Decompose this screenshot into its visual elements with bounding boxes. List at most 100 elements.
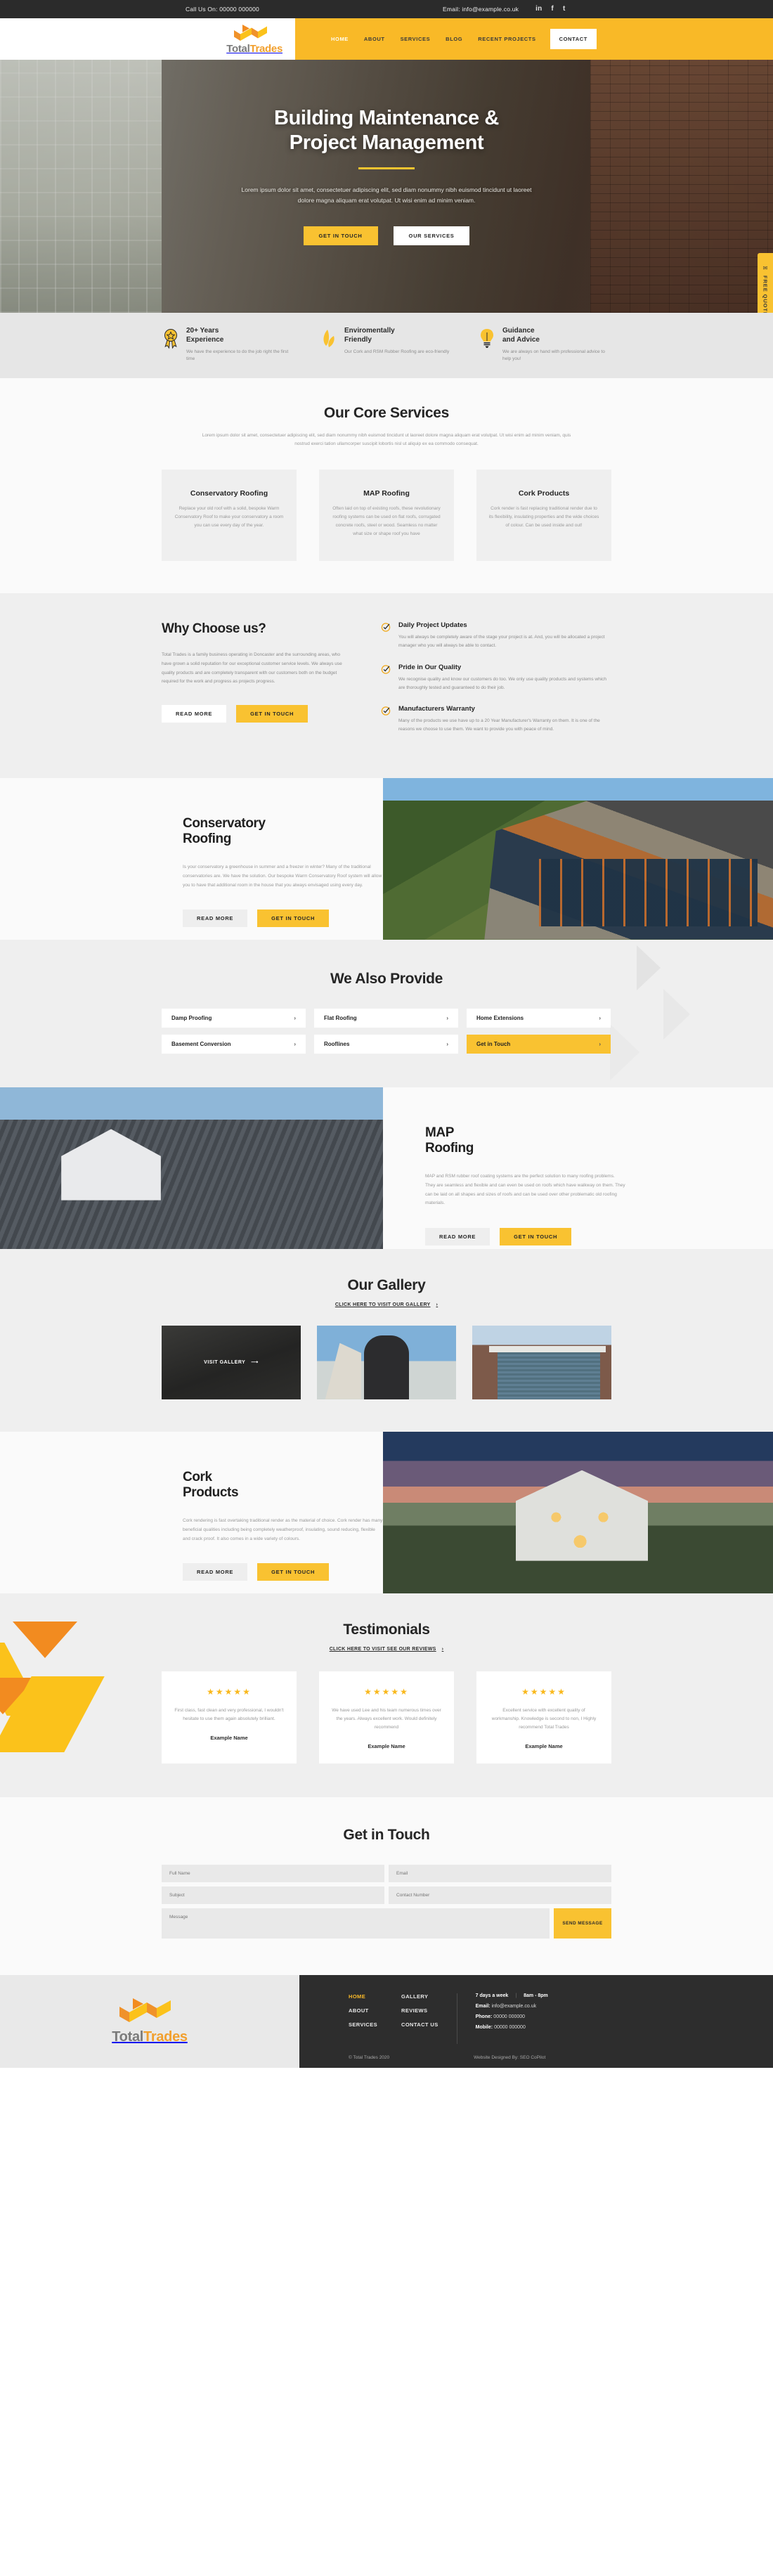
testimonial-text: We have used Lee and his team numerous t… (332, 1707, 441, 1730)
gallery-section: Our Gallery CLICK HERE TO VISIT OUR GALL… (0, 1248, 773, 1432)
hero-our-services-button[interactable]: OUR SERVICES (393, 226, 470, 246)
cork-title-line2: Products (183, 1485, 239, 1501)
testimonial-card: ★★★★★ We have used Lee and his team nume… (319, 1671, 454, 1763)
nav-item-recent-projects[interactable]: RECENT PROJECTS (470, 36, 543, 42)
star-rating-icon: ★★★★★ (521, 1686, 566, 1697)
arrow-decoration-icon (0, 1621, 132, 1783)
free-quote-tab[interactable]: ✉ FREE QUOTE (758, 253, 773, 313)
footer-nav-reviews[interactable]: REVIEWS (401, 2007, 439, 2014)
conservatory-photo (383, 777, 773, 940)
contact-title: Get in Touch (343, 1826, 430, 1843)
cork-get-in-touch-button[interactable]: GET IN TOUCH (257, 1563, 330, 1581)
map-roofing-title: MAP Roofing (425, 1125, 731, 1158)
testimonial-author: Example Name (368, 1742, 405, 1749)
logo-link[interactable]: TotalTrades (226, 24, 282, 55)
feature-title: Enviromentally Friendly (344, 327, 395, 344)
cork-photo (383, 1431, 773, 1593)
nav-item-about[interactable]: ABOUT (356, 36, 393, 42)
core-service-card[interactable]: Conservatory Roofing Replace your old ro… (162, 470, 297, 562)
also-item-rooflines[interactable]: Rooflines › (314, 1034, 458, 1054)
full-name-input[interactable] (162, 1864, 384, 1882)
nav-item-contact[interactable]: CONTACT (550, 29, 597, 49)
footer-email-row[interactable]: Email: info@example.co.uk (476, 2004, 548, 2009)
map-get-in-touch-button[interactable]: GET IN TOUCH (500, 1227, 572, 1245)
also-item-label: Get in Touch (476, 1040, 511, 1047)
core-service-card[interactable]: MAP Roofing Often laid on top of existin… (319, 470, 454, 562)
lightbulb-icon (478, 327, 496, 363)
footer-logo-link[interactable]: TotalTrades (112, 1997, 188, 2045)
we-also-provide-list: Damp Proofing › Flat Roofing › Home Exte… (162, 1008, 611, 1054)
conservatory-get-in-touch-button[interactable]: GET IN TOUCH (257, 910, 330, 928)
conservatory-text-block: Conservatory Roofing Is your conservator… (0, 778, 383, 940)
nav-item-services[interactable]: SERVICES (393, 36, 439, 42)
chevron-decoration-icon (663, 988, 690, 1040)
hero-body: Lorem ipsum dolor sit amet, consectetuer… (241, 186, 532, 205)
hero-content: Building Maintenance & Project Managemen… (0, 60, 773, 246)
also-item-basement-conversion[interactable]: Basement Conversion › (162, 1034, 306, 1054)
footer-designer-credit[interactable]: Website Designed By: SEO CoPilot (474, 2055, 545, 2060)
gallery-tile-photo[interactable] (317, 1325, 456, 1399)
facebook-icon[interactable]: f (551, 6, 554, 13)
footer-mobile-row[interactable]: Mobile: 00000 000000 (476, 2025, 548, 2030)
core-services-title: Our Core Services (323, 405, 450, 422)
send-message-button[interactable]: SEND MESSAGE (554, 1908, 611, 1939)
why-get-in-touch-button[interactable]: GET IN TOUCH (236, 705, 308, 723)
also-item-damp-proofing[interactable]: Damp Proofing › (162, 1008, 306, 1028)
email-input[interactable] (389, 1864, 611, 1882)
hero-buttons: GET IN TOUCH OUR SERVICES (0, 226, 773, 246)
hero-title: Building Maintenance & Project Managemen… (0, 106, 773, 156)
gallery-grid: VISIT GALLERY ⟶ (162, 1325, 611, 1399)
footer-nav-about[interactable]: ABOUT (349, 2007, 377, 2014)
logo-word-trades: Trades (249, 42, 282, 55)
footer-logo-area: TotalTrades (0, 1974, 299, 2068)
footer-nav-column-2: GALLERY REVIEWS CONTACT US (401, 1993, 439, 2035)
conservatory-read-more-button[interactable]: READ MORE (183, 910, 248, 928)
footer-nav-home[interactable]: HOME (349, 1993, 377, 2000)
footer-phone-row[interactable]: Phone: 00000 000000 (476, 2014, 548, 2019)
contact-number-input[interactable] (389, 1886, 611, 1904)
twitter-icon[interactable]: t (563, 6, 566, 13)
cork-title-line1: Cork (183, 1469, 212, 1484)
footer-nav-contact-us[interactable]: CONTACT US (401, 2021, 439, 2028)
core-service-card[interactable]: Cork Products Cork render is fast replac… (476, 470, 611, 562)
message-textarea[interactable] (162, 1908, 550, 1939)
testimonial-author: Example Name (525, 1742, 563, 1749)
topbar-email[interactable]: Email: info@example.co.uk (443, 6, 519, 13)
footer-logo-word-trades: Trades (143, 2029, 188, 2045)
gallery-subtitle-label: CLICK HERE TO VISIT OUR GALLERY (334, 1302, 431, 1307)
topbar-phone[interactable]: Call Us On: 00000 000000 (186, 6, 259, 13)
logo-wordmark: TotalTrades (226, 43, 282, 55)
hero-get-in-touch-button[interactable]: GET IN TOUCH (303, 226, 378, 246)
testimonial-text: Excellent service with excellent quality… (491, 1707, 597, 1730)
chevron-right-icon: › (599, 1014, 601, 1021)
testimonial-author: Example Name (210, 1734, 248, 1741)
hero-banner: Building Maintenance & Project Managemen… (0, 60, 773, 313)
why-read-more-button[interactable]: READ MORE (162, 705, 227, 723)
check-circle-icon (381, 705, 391, 733)
map-read-more-button[interactable]: READ MORE (425, 1227, 491, 1245)
feature-title: Guidance and Advice (502, 327, 540, 344)
cork-read-more-button[interactable]: READ MORE (183, 1563, 248, 1581)
linkedin-icon[interactable]: in (535, 6, 542, 13)
also-item-flat-roofing[interactable]: Flat Roofing › (314, 1008, 458, 1028)
footer-nav-services[interactable]: SERVICES (349, 2021, 377, 2028)
visit-gallery-label: VISIT GALLERY (204, 1359, 246, 1365)
nav-item-home[interactable]: HOME (323, 36, 356, 42)
footer-copyright: © Total Trades 2020 (349, 2054, 390, 2060)
subject-input[interactable] (162, 1886, 384, 1904)
also-item-home-extensions[interactable]: Home Extensions › (467, 1008, 611, 1028)
also-item-get-in-touch[interactable]: Get in Touch › (467, 1034, 611, 1054)
feature-item: 20+ Years Experience We have the experien… (162, 327, 295, 363)
footer-email-value: info@example.co.uk (491, 2003, 537, 2009)
gallery-subtitle-link[interactable]: CLICK HERE TO VISIT OUR GALLERY › (0, 1302, 773, 1307)
also-item-label: Basement Conversion (171, 1040, 231, 1047)
nav-item-blog[interactable]: BLOG (438, 36, 470, 42)
footer-email-label: Email: (475, 2003, 491, 2009)
page-root: Call Us On: 00000 000000 Email: info@exa… (0, 0, 773, 2068)
site-footer: TotalTrades HOME ABOUT SERVICES GALLERY … (0, 1974, 773, 2068)
gallery-tile-visit[interactable]: VISIT GALLERY ⟶ (162, 1325, 301, 1399)
free-quote-label: FREE QUOTE (762, 275, 769, 313)
gallery-tile-photo[interactable] (472, 1325, 611, 1399)
footer-nav-gallery[interactable]: GALLERY (401, 1993, 439, 2000)
cork-text: Cork rendering is fast overtaking tradit… (183, 1518, 383, 1541)
